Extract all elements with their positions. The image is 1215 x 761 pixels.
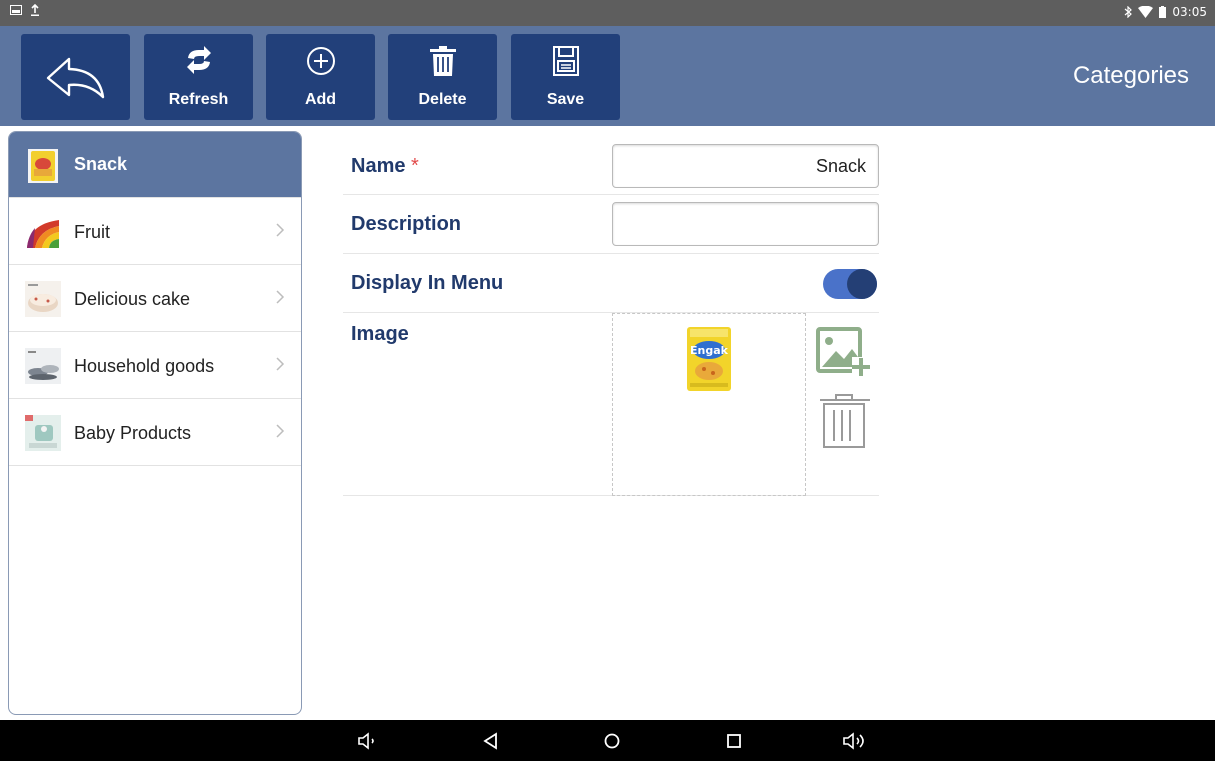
chevron-right-icon (276, 424, 285, 438)
delete-button[interactable]: Delete (388, 34, 497, 120)
sidebar-item-label: Snack (74, 154, 128, 174)
toolbar: Refresh Add Delete Save Categories (0, 26, 1215, 126)
save-label: Save (546, 91, 585, 108)
fruit-thumb (27, 220, 59, 248)
status-bar: 03:05 (0, 0, 1215, 26)
household-thumb (25, 348, 61, 384)
add-label: Add (304, 91, 337, 108)
display-in-menu-label: Display In Menu (351, 272, 504, 294)
image-row: Image Engak (343, 313, 879, 496)
back-arrow-icon (46, 57, 104, 99)
category-list: Snack Fruit Delicious cake Household goo… (8, 131, 302, 715)
home-circle-icon[interactable] (601, 731, 623, 751)
save-button[interactable]: Save (511, 34, 620, 120)
remove-image-icon[interactable] (818, 393, 872, 449)
wifi-icon (1138, 6, 1154, 18)
image-preview-box: Engak (612, 313, 806, 496)
back-button[interactable] (21, 34, 130, 120)
image-label: Image (351, 323, 409, 345)
name-label: Name * (351, 155, 419, 177)
chevron-right-icon (276, 357, 285, 371)
snack-product-image: Engak (687, 327, 731, 391)
sidebar-item-label: Delicious cake (74, 289, 191, 309)
sidebar-item-baby-products[interactable]: Baby Products (9, 399, 301, 466)
svg-text:Engak: Engak (690, 344, 729, 357)
display-in-menu-toggle[interactable] (823, 269, 877, 299)
name-row: Name * Snack (343, 137, 879, 195)
sidebar-item-fruit[interactable]: Fruit (9, 198, 301, 265)
chevron-right-icon (276, 290, 285, 304)
trash-icon (429, 46, 456, 76)
refresh-label: Refresh (168, 91, 229, 108)
add-icon (306, 47, 335, 75)
status-left-icons (10, 4, 40, 16)
refresh-icon (186, 46, 211, 74)
sidebar-item-label: Fruit (74, 222, 110, 242)
category-form: Name * Snack Description Display In Menu… (343, 137, 879, 496)
delete-label: Delete (418, 91, 467, 108)
sidebar-item-snack[interactable]: Snack (9, 132, 301, 198)
description-field[interactable] (612, 202, 879, 246)
sidebar-item-household-goods[interactable]: Household goods (9, 332, 301, 399)
upload-icon (31, 4, 39, 16)
floppy-icon (552, 46, 579, 76)
description-label: Description (351, 213, 462, 235)
status-time: 03:05 (1172, 5, 1207, 19)
snack-thumb (28, 149, 58, 183)
sidebar-item-label: Baby Products (74, 423, 192, 443)
toggle-knob (847, 269, 877, 299)
bluetooth-icon (1125, 6, 1133, 18)
volume-down-icon[interactable] (357, 731, 379, 751)
recents-square-icon[interactable] (723, 731, 745, 751)
sidebar-item-label: Household goods (74, 356, 215, 376)
required-mark: * (411, 155, 419, 177)
name-field[interactable]: Snack (612, 144, 879, 188)
chevron-right-icon (276, 223, 285, 237)
image-icon (10, 5, 22, 15)
display-in-menu-row: Display In Menu (343, 254, 879, 313)
back-triangle-icon[interactable] (480, 731, 502, 751)
sidebar-item-delicious-cake[interactable]: Delicious cake (9, 265, 301, 332)
status-right-icons: 03:05 (1124, 5, 1207, 19)
add-button[interactable]: Add (266, 34, 375, 120)
page-title: Categories (1072, 62, 1189, 89)
description-row: Description (343, 195, 879, 254)
baby-thumb (25, 415, 61, 451)
add-image-icon[interactable] (816, 325, 870, 379)
refresh-button[interactable]: Refresh (144, 34, 253, 120)
volume-up-icon[interactable] (842, 731, 870, 751)
cake-thumb (25, 281, 61, 317)
system-nav-bar (0, 720, 1215, 761)
battery-icon (1159, 6, 1167, 18)
